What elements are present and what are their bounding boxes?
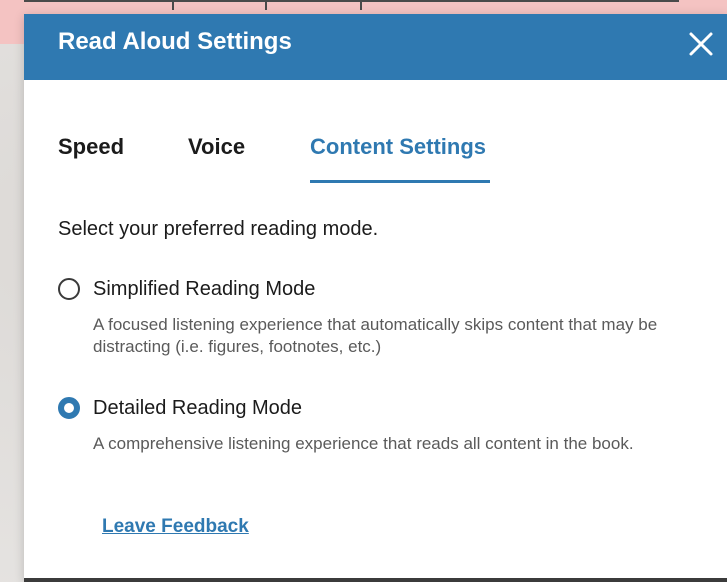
background-line — [24, 0, 679, 2]
close-button[interactable] — [681, 24, 721, 64]
detailed-reading-radio-row[interactable]: Detailed Reading Mode — [58, 393, 698, 423]
settings-tabs: Speed Voice Content Settings — [24, 80, 727, 200]
option-description: A focused listening experience that auto… — [93, 315, 658, 356]
radio-unselected[interactable] — [58, 278, 80, 300]
read-aloud-settings-dialog: Read Aloud Settings Speed Voice Content … — [24, 14, 727, 582]
tab-voice[interactable]: Voice — [188, 134, 245, 160]
tab-content-settings[interactable]: Content Settings — [310, 134, 486, 160]
close-icon — [689, 32, 713, 56]
simplified-reading-radio-row[interactable]: Simplified Reading Mode — [58, 274, 698, 304]
detailed-reading-option: Detailed Reading Mode A comprehensive li… — [58, 393, 698, 453]
option-label: Simplified Reading Mode — [93, 278, 316, 300]
dialog-bottom-edge — [24, 578, 727, 582]
simplified-reading-option: Simplified Reading Mode A focused listen… — [58, 274, 698, 356]
leave-feedback-link[interactable]: Leave Feedback — [102, 516, 249, 538]
background-tick — [265, 0, 267, 10]
radio-selected[interactable] — [58, 397, 80, 419]
dialog-header: Read Aloud Settings — [24, 14, 727, 80]
background-tick — [360, 0, 362, 10]
option-description: A comprehensive listening experience tha… — [93, 434, 634, 453]
reading-mode-prompt: Select your preferred reading mode. — [58, 218, 379, 240]
dialog-title: Read Aloud Settings — [58, 28, 292, 55]
active-tab-indicator — [310, 180, 490, 183]
background-tick — [172, 0, 174, 10]
tab-speed[interactable]: Speed — [58, 134, 124, 160]
option-label: Detailed Reading Mode — [93, 397, 303, 419]
